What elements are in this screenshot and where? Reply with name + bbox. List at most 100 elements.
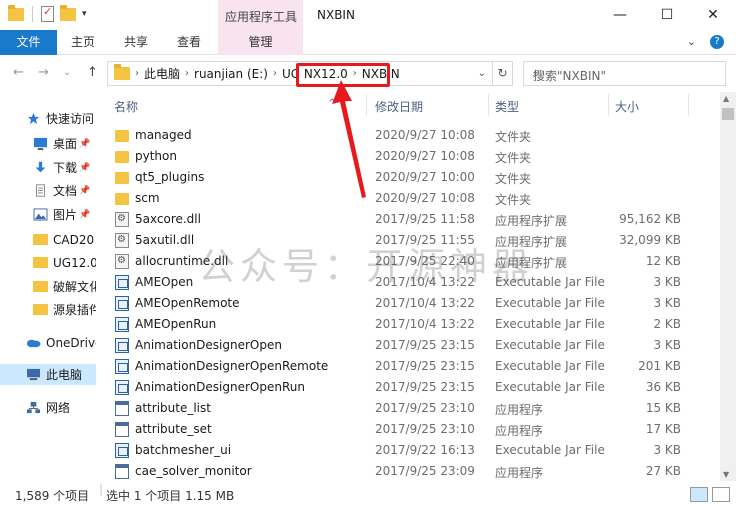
file-name: cae_solver_monitor <box>135 464 252 478</box>
file-row[interactable]: AnimationDesignerOpenRun 2017/9/25 23:15 E… <box>96 377 720 398</box>
file-row[interactable]: AnimationDesignerOpenRemote 2017/9/25 23:… <box>96 356 720 377</box>
ribbon-right-controls: ⌄ ? <box>687 35 724 49</box>
file-row[interactable]: 5axcore.dll 2017/9/25 11:58 应用程序扩展 95,162 K… <box>96 209 720 230</box>
network-icon <box>27 401 40 414</box>
properties-icon[interactable] <box>41 5 54 22</box>
tab-manage[interactable]: 管理 <box>218 30 303 55</box>
help-icon[interactable]: ? <box>710 35 724 49</box>
column-divider[interactable] <box>366 94 367 116</box>
sidebar-item-desktop[interactable]: 桌面 📌 <box>0 133 96 154</box>
scroll-down-icon[interactable]: ▼ <box>723 470 729 479</box>
sidebar-item-onedrive[interactable]: OneDrive <box>0 332 96 353</box>
new-folder-icon[interactable] <box>60 4 76 21</box>
file-size: 201 KB <box>638 359 681 373</box>
sidebar-item-documents[interactable]: 文档 📌 <box>0 180 96 201</box>
file-name: AMEOpenRemote <box>135 296 240 310</box>
tab-share[interactable]: 共享 <box>124 30 148 55</box>
tab-view[interactable]: 查看 <box>177 30 201 55</box>
search-icon[interactable]: ⌕ <box>533 65 719 80</box>
recent-locations-button[interactable]: ⌄ <box>63 67 71 78</box>
file-type: 文件夹 <box>495 193 532 207</box>
maximize-button[interactable]: ☐ <box>645 0 689 30</box>
breadcrumb-this-pc[interactable]: 此电脑 <box>140 65 184 82</box>
file-name: attribute_set <box>135 422 212 436</box>
file-modified-date: 2017/9/22 16:13 <box>375 443 475 457</box>
file-row[interactable]: scm 2020/9/27 10:08 文件夹 <box>96 188 720 209</box>
file-row[interactable]: AMEOpenRun 2017/10/4 13:22 Executable Jar … <box>96 314 720 335</box>
pin-icon[interactable]: 📌 <box>79 163 90 173</box>
back-button[interactable]: ← <box>13 65 24 80</box>
watermark: 公众号：开源神器 <box>198 245 534 288</box>
sidebar-item-label: 文档 <box>53 184 78 198</box>
dll-file-icon <box>115 254 129 269</box>
file-name: qt5_plugins <box>135 170 205 184</box>
sidebar-item-ug12[interactable]: UG12.0 <box>0 252 96 273</box>
large-icons-view-icon[interactable] <box>712 487 730 502</box>
search-input[interactable]: 搜索"NXBIN" ⌕ <box>523 61 726 86</box>
file-name: scm <box>135 191 160 205</box>
pin-icon[interactable]: 📌 <box>79 210 90 220</box>
sidebar-item-this-pc[interactable]: 此电脑 <box>0 364 96 385</box>
file-name: 5axutil.dll <box>135 233 195 247</box>
file-modified-date: 2017/9/25 23:09 <box>375 464 475 478</box>
scroll-thumb[interactable] <box>722 108 734 120</box>
tab-home[interactable]: 主页 <box>71 30 95 55</box>
minimize-button[interactable]: — <box>598 0 642 30</box>
column-header-type[interactable]: 类型 <box>495 98 519 115</box>
qat-dropdown-icon[interactable]: ▾ <box>82 9 87 19</box>
file-type: Executable Jar File <box>495 296 605 310</box>
star-icon <box>27 112 40 125</box>
details-view-icon[interactable] <box>690 487 708 502</box>
file-row[interactable]: qt5_plugins 2020/9/27 10:00 文件夹 <box>96 167 720 188</box>
file-row[interactable]: attribute_list 2017/9/25 23:10 应用程序 15 KB <box>96 398 720 419</box>
address-dropdown-icon[interactable]: ⌄ <box>478 68 486 79</box>
file-row[interactable]: batchmesher_ui 2017/9/22 16:13 Executable … <box>96 440 720 461</box>
sidebar-item-network[interactable]: 网络 <box>0 397 96 418</box>
divider <box>32 6 33 22</box>
sidebar-item-pictures[interactable]: 图片 📌 <box>0 204 96 225</box>
sort-indicator-icon: ^ <box>328 98 337 109</box>
sidebar-item-downloads[interactable]: 下载 📌 <box>0 157 96 178</box>
file-row[interactable]: python 2020/9/27 10:08 文件夹 <box>96 146 720 167</box>
sidebar-item-yuanquan-plugin[interactable]: 源泉插件 <box>0 299 96 320</box>
up-button[interactable]: ↑ <box>87 65 98 80</box>
file-name: attribute_list <box>135 401 211 415</box>
sidebar-item-cad[interactable]: CAD20 <box>0 229 96 250</box>
column-divider[interactable] <box>608 94 609 116</box>
pin-icon[interactable]: 📌 <box>79 139 90 149</box>
title-bar: ▾ 应用程序工具 NXBIN — ☐ ✕ <box>0 0 736 30</box>
file-name: AnimationDesignerOpen <box>135 338 282 352</box>
sidebar-item-quick-access[interactable]: 快速访问 <box>0 108 96 129</box>
ribbon-expand-icon[interactable]: ⌄ <box>687 35 696 49</box>
close-button[interactable]: ✕ <box>691 0 735 30</box>
folder-icon <box>33 234 48 245</box>
column-divider[interactable] <box>488 94 489 116</box>
file-modified-date: 2020/9/27 10:08 <box>375 128 475 142</box>
file-name: AnimationDesignerOpenRemote <box>135 359 329 373</box>
computer-icon <box>27 368 40 381</box>
file-row[interactable]: cae_solver_monitor 2017/9/25 23:09 应用程序 27 … <box>96 461 720 482</box>
tab-file[interactable]: 文件 <box>0 30 57 55</box>
file-row[interactable]: AnimationDesignerOpen 2017/9/25 23:15 Exec… <box>96 335 720 356</box>
breadcrumb-drive[interactable]: ruanjian (E:) <box>190 67 272 81</box>
sidebar-item-crack-culture[interactable]: 破解文化 <box>0 276 96 297</box>
file-modified-date: 2017/9/25 23:15 <box>375 380 475 394</box>
application-icon <box>115 422 129 437</box>
column-header-name[interactable]: 名称 <box>114 98 138 115</box>
column-divider[interactable] <box>688 94 689 116</box>
refresh-button[interactable]: ↻ <box>493 61 513 86</box>
file-row[interactable]: managed 2020/9/27 10:08 文件夹 <box>96 125 720 146</box>
column-header-size[interactable]: 大小 <box>615 98 639 115</box>
folder-icon <box>33 257 48 268</box>
vertical-scrollbar[interactable]: ▲ ▼ <box>720 92 736 481</box>
desktop-icon <box>34 137 47 150</box>
file-name: managed <box>135 128 192 142</box>
column-header-modified[interactable]: 修改日期 <box>375 98 423 115</box>
forward-button[interactable]: → <box>38 65 49 80</box>
folder-icon <box>115 193 129 205</box>
pin-icon[interactable]: 📌 <box>79 186 90 196</box>
file-row[interactable]: AMEOpenRemote 2017/10/4 13:22 Executable J… <box>96 293 720 314</box>
application-icon <box>115 464 129 479</box>
scroll-up-icon[interactable]: ▲ <box>723 94 729 103</box>
file-row[interactable]: attribute_set 2017/9/25 23:10 应用程序 17 KB <box>96 419 720 440</box>
